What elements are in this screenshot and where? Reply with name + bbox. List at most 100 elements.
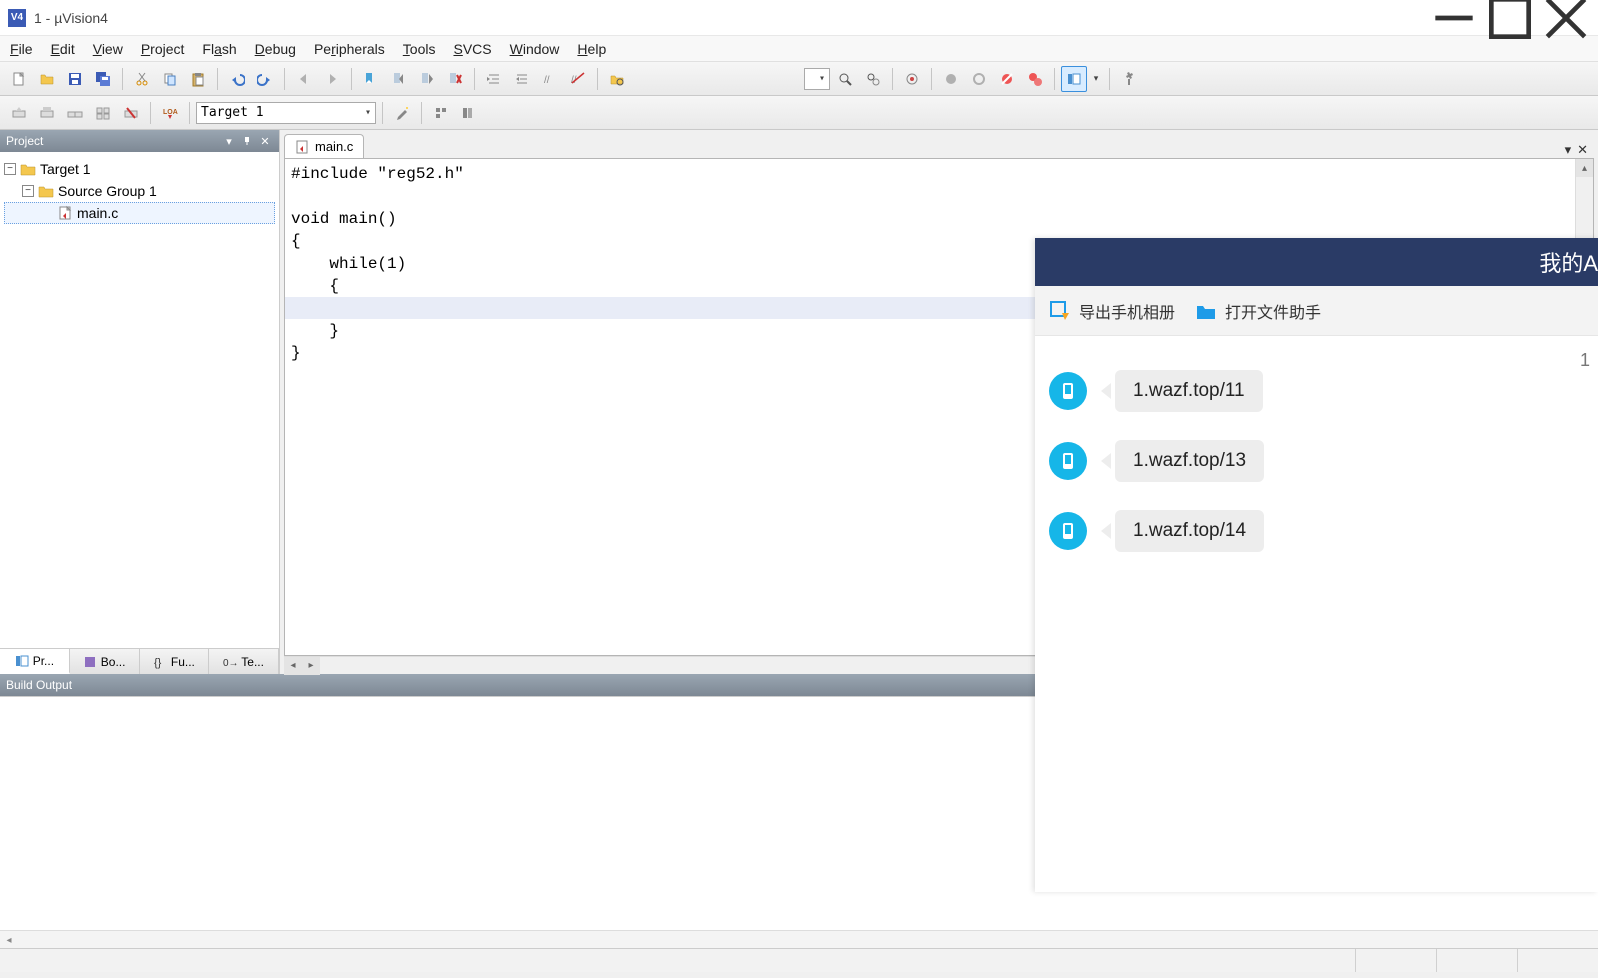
scroll-right-icon[interactable]: ▸ (302, 657, 320, 675)
cut-icon[interactable] (129, 66, 155, 92)
indent-icon[interactable] (481, 66, 507, 92)
window-layout-icon[interactable] (1061, 66, 1087, 92)
target-select[interactable]: Target 1 ▾ (196, 102, 376, 124)
message-bubble[interactable]: 1.wazf.top/13 (1115, 440, 1264, 482)
menu-file[interactable]: File (10, 41, 33, 57)
dropdown-arrow-icon[interactable]: ▾ (1089, 66, 1103, 92)
breakpoint-disable-icon[interactable] (994, 66, 1020, 92)
debug-icon[interactable] (899, 66, 925, 92)
message-row[interactable]: 1.wazf.top/14 (1049, 510, 1578, 552)
build-icon[interactable] (34, 100, 60, 126)
stop-build-icon[interactable] (118, 100, 144, 126)
menu-svcs[interactable]: SVCS (453, 41, 491, 57)
panel-dropdown-icon[interactable]: ▾ (221, 133, 237, 149)
app-icon: V4 (8, 9, 26, 27)
tab-templates-label: Te... (241, 655, 264, 669)
menu-edit[interactable]: Edit (51, 41, 75, 57)
overlay-titlebar[interactable]: 我的A (1035, 238, 1598, 286)
tab-functions[interactable]: {} Fu... (140, 649, 210, 674)
toolbar-separator (1054, 68, 1055, 90)
tab-templates[interactable]: 0→ Te... (209, 649, 279, 674)
menu-flash[interactable]: Flash (202, 41, 236, 57)
toolbar-separator (382, 102, 383, 124)
menu-debug[interactable]: Debug (255, 41, 296, 57)
overlay-open-button[interactable]: 打开文件助手 (1195, 299, 1321, 323)
project-panel-header: Project ▾ ✕ (0, 130, 279, 152)
editor-tab-main[interactable]: main.c (284, 134, 364, 158)
project-tree[interactable]: − Target 1 − Source Group 1 main.c (0, 152, 279, 648)
overlay-window: 我的A 导出手机相册 打开文件助手 1 1.wazf.top/111.wazf.… (1035, 238, 1598, 892)
bookmark-next-icon[interactable] (414, 66, 440, 92)
build-output-hscroll[interactable]: ◂ (0, 930, 1598, 948)
manage-components-icon[interactable] (428, 100, 454, 126)
toolbar-separator (217, 68, 218, 90)
find-combo[interactable]: ▾ (804, 68, 830, 90)
scroll-left-icon[interactable]: ◂ (0, 931, 18, 949)
tree-file[interactable]: main.c (4, 202, 275, 224)
message-row[interactable]: 1.wazf.top/11 (1049, 370, 1578, 412)
comment-icon[interactable]: // (537, 66, 563, 92)
panel-pin-icon[interactable] (239, 133, 255, 149)
tree-file-label: main.c (77, 205, 118, 221)
message-row[interactable]: 1.wazf.top/13 (1049, 440, 1578, 482)
breakpoint-kill-icon[interactable] (1022, 66, 1048, 92)
expander-icon[interactable]: − (22, 185, 34, 197)
uncomment-icon[interactable]: // (565, 66, 591, 92)
find-in-files-icon[interactable] (604, 66, 630, 92)
bookmark-clear-icon[interactable] (442, 66, 468, 92)
undo-icon[interactable] (224, 66, 250, 92)
new-file-icon[interactable] (6, 66, 32, 92)
nav-back-icon[interactable] (291, 66, 317, 92)
menubar: File Edit View Project Flash Debug Perip… (0, 36, 1598, 62)
save-all-icon[interactable] (90, 66, 116, 92)
menu-view[interactable]: View (93, 41, 123, 57)
tab-books-label: Bo... (101, 655, 126, 669)
minimize-button[interactable] (1426, 0, 1482, 36)
editor-tab-dropdown-icon[interactable]: ▾ (1565, 142, 1572, 158)
outdent-icon[interactable] (509, 66, 535, 92)
menu-peripherals[interactable]: Peripherals (314, 41, 385, 57)
panel-close-icon[interactable]: ✕ (257, 133, 273, 149)
copy-icon[interactable] (157, 66, 183, 92)
editor-tab-close-icon[interactable]: ✕ (1577, 142, 1588, 158)
bubble-arrow-icon (1101, 453, 1111, 469)
scroll-up-icon[interactable]: ▴ (1576, 159, 1593, 177)
menu-window[interactable]: Window (510, 41, 560, 57)
rebuild-icon[interactable] (62, 100, 88, 126)
translate-icon[interactable] (6, 100, 32, 126)
tab-project[interactable]: Pr... (0, 649, 70, 674)
message-bubble[interactable]: 1.wazf.top/11 (1115, 370, 1263, 412)
configure-icon[interactable] (1116, 66, 1142, 92)
tree-target[interactable]: − Target 1 (4, 158, 275, 180)
editor-tab-label: main.c (315, 139, 353, 154)
incremental-find-icon[interactable] (860, 66, 886, 92)
find-icon[interactable] (832, 66, 858, 92)
batch-build-icon[interactable] (90, 100, 116, 126)
nav-forward-icon[interactable] (319, 66, 345, 92)
expander-icon[interactable]: − (4, 163, 16, 175)
manage-books-icon[interactable] (456, 100, 482, 126)
save-icon[interactable] (62, 66, 88, 92)
menu-project[interactable]: Project (141, 41, 185, 57)
redo-icon[interactable] (252, 66, 278, 92)
tab-books[interactable]: Bo... (70, 649, 140, 674)
tree-group[interactable]: − Source Group 1 (4, 180, 275, 202)
menu-tools[interactable]: Tools (403, 41, 436, 57)
breakpoint-insert-icon[interactable] (938, 66, 964, 92)
scroll-left-icon[interactable]: ◂ (284, 657, 302, 675)
open-folder-icon[interactable] (34, 66, 60, 92)
maximize-button[interactable] (1482, 0, 1538, 36)
menu-help[interactable]: Help (577, 41, 606, 57)
download-icon[interactable]: LOAD (157, 100, 183, 126)
statusbar (0, 948, 1598, 972)
build-output-title: Build Output (6, 678, 72, 692)
paste-icon[interactable] (185, 66, 211, 92)
overlay-export-button[interactable]: 导出手机相册 (1049, 299, 1175, 323)
breakpoint-enable-icon[interactable] (966, 66, 992, 92)
message-bubble[interactable]: 1.wazf.top/14 (1115, 510, 1264, 552)
bookmark-prev-icon[interactable] (386, 66, 412, 92)
target-options-icon[interactable] (389, 100, 415, 126)
bookmark-toggle-icon[interactable] (358, 66, 384, 92)
close-button[interactable] (1538, 0, 1594, 36)
svg-text:LOAD: LOAD (163, 109, 178, 116)
